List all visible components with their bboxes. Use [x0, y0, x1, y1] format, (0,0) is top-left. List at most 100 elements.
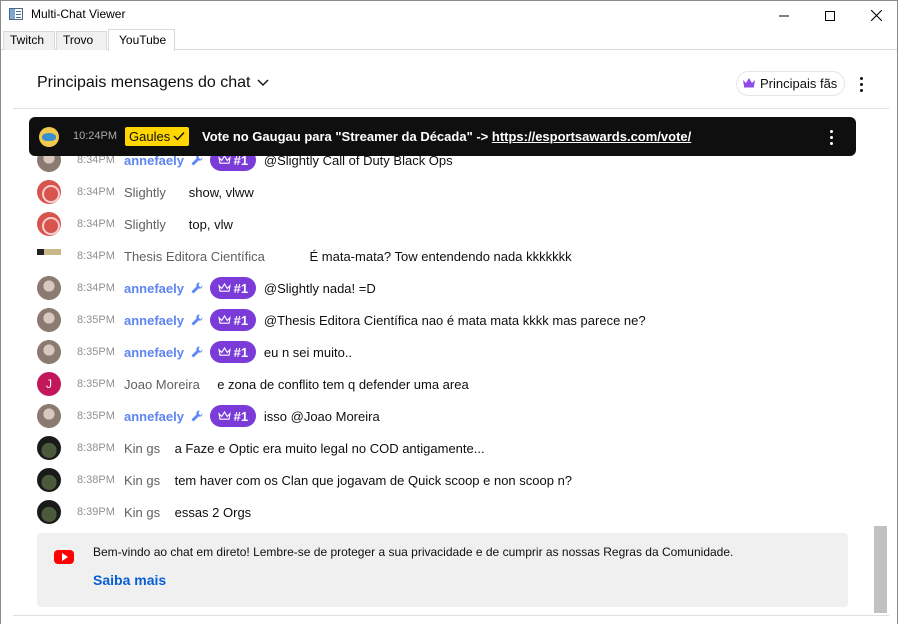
youtube-icon — [54, 550, 74, 564]
message-text: @Slightly nada! =D — [263, 281, 376, 296]
crown-icon — [217, 347, 231, 356]
verified-check-icon — [173, 129, 185, 144]
app-window: Multi-Chat Viewer Twitch Trovo YouTube P… — [0, 0, 898, 624]
message-text: essas 2 Orgs — [174, 505, 252, 520]
chat-mode-dropdown[interactable]: Principais mensagens do chat — [37, 74, 269, 92]
wrench-icon — [191, 314, 203, 326]
crown-icon — [217, 315, 231, 324]
message-text: eu n sei muito.. — [263, 345, 353, 360]
wrench-icon — [191, 346, 203, 358]
chat-panel: Principais mensagens do chat Principais … — [1, 50, 897, 624]
message-text: É mata-mata? Tow entendendo nada kkkkkkk — [309, 249, 572, 264]
author-name[interactable]: Thesis Editora Científica — [124, 249, 265, 264]
pinned-options-icon[interactable] — [826, 128, 836, 146]
window-title: Multi-Chat Viewer — [31, 7, 126, 21]
crown-icon — [217, 155, 231, 164]
avatar[interactable] — [37, 436, 61, 460]
chat-mode-label: Principais mensagens do chat — [37, 74, 251, 91]
avatar[interactable] — [37, 212, 61, 236]
avatar[interactable] — [37, 180, 61, 204]
top-fans-button[interactable]: Principais fãs — [736, 71, 846, 96]
app-icon — [9, 8, 23, 20]
timestamp: 8:35PM — [77, 410, 115, 422]
crown-icon — [742, 76, 756, 91]
author-name: Gaules — [129, 129, 171, 144]
tab-youtube[interactable]: YouTube — [108, 29, 175, 51]
chat-message: 8:34PM annefaely #1 @Slightly nada! =D — [1, 272, 871, 304]
timestamp: 8:34PM — [77, 186, 115, 198]
timestamp: 8:35PM — [77, 378, 115, 390]
chat-message: 8:34PM Slightly show, vlww — [1, 176, 871, 208]
tab-trovo[interactable]: Trovo — [56, 31, 107, 50]
author-name[interactable]: annefaely — [124, 281, 184, 296]
divider — [13, 615, 889, 616]
chat-message: 8:34PM Thesis Editora Científica É mata-ma… — [1, 240, 871, 272]
pinned-link[interactable]: https://esportsawards.com/vote/ — [492, 129, 691, 144]
author-name[interactable]: Kin gs — [124, 473, 160, 488]
avatar[interactable]: J — [37, 372, 61, 396]
timestamp: 10:24PM — [73, 130, 118, 142]
timestamp: 8:34PM — [77, 218, 115, 230]
close-icon — [870, 10, 882, 21]
title-bar: Multi-Chat Viewer — [1, 1, 897, 30]
avatar[interactable] — [37, 308, 61, 332]
minimize-button[interactable] — [761, 1, 807, 30]
crown-icon — [217, 411, 231, 420]
maximize-button[interactable] — [807, 1, 853, 30]
chat-message: 8:34PM Slightly top, vlw — [1, 208, 871, 240]
timestamp: 8:34PM — [77, 282, 115, 294]
author-name[interactable]: annefaely — [124, 313, 184, 328]
author-name[interactable]: Joao Moreira — [124, 377, 200, 392]
owner-badge: Gaules — [125, 127, 190, 146]
pinned-body: Vote no Gaugau para "Streamer da Década"… — [202, 129, 492, 144]
top-fans-label: Principais fãs — [760, 76, 838, 91]
chat-header: Principais mensagens do chat Principais … — [1, 50, 897, 108]
member-badge-label: #1 — [233, 344, 249, 360]
avatar[interactable] — [37, 468, 61, 492]
member-badge: #1 — [209, 341, 256, 363]
avatar[interactable] — [37, 500, 61, 524]
chat-message: 8:38PM Kin gs a Faze e Optic era muito leg… — [1, 432, 871, 464]
member-badge-label: #1 — [233, 312, 249, 328]
chat-message: J 8:35PM Joao Moreira e zona de conflito te… — [1, 368, 871, 400]
avatar[interactable] — [37, 249, 61, 255]
message-text: a Faze e Optic era muito legal no COD an… — [174, 441, 485, 456]
avatar[interactable] — [37, 276, 61, 300]
tab-twitch[interactable]: Twitch — [3, 31, 55, 50]
message-text: top, vlw — [188, 217, 233, 232]
chat-message: 8:35PM annefaely #1 isso @Joao Moreira — [1, 400, 871, 432]
message-text: e zona de conflito tem q defender uma ar… — [217, 377, 469, 392]
author-name[interactable]: Slightly — [124, 185, 166, 200]
chat-message: 8:35PM annefaely #1 eu n sei muito.. — [1, 336, 871, 368]
author-name[interactable]: Kin gs — [124, 505, 160, 520]
message-text: tem haver com os Clan que jogavam de Qui… — [174, 473, 573, 488]
member-badge-label: #1 — [233, 280, 249, 296]
chat-message: 8:38PM Kin gs tem haver com os Clan que jo… — [1, 464, 871, 496]
scrollbar-thumb[interactable] — [874, 526, 887, 613]
member-badge: #1 — [209, 405, 256, 427]
wrench-icon — [191, 282, 203, 294]
divider — [13, 108, 889, 109]
close-button[interactable] — [853, 1, 898, 30]
avatar[interactable] — [37, 340, 61, 364]
welcome-notice: Bem-vindo ao chat em direto! Lembre-se d… — [37, 533, 848, 607]
author-name[interactable]: Slightly — [124, 217, 166, 232]
message-text: isso @Joao Moreira — [263, 409, 380, 424]
member-badge: #1 — [209, 277, 256, 299]
minimize-icon — [779, 15, 789, 16]
avatar — [39, 127, 59, 147]
timestamp: 8:38PM — [77, 442, 115, 454]
author-name[interactable]: annefaely — [124, 345, 184, 360]
pinned-message[interactable]: 10:24PM Gaules Vote no Gaugau para "Stre… — [29, 117, 856, 156]
message-text: show, vlww — [188, 185, 254, 200]
author-name[interactable]: Kin gs — [124, 441, 160, 456]
crown-icon — [217, 283, 231, 292]
avatar[interactable] — [37, 404, 61, 428]
more-options-icon[interactable] — [851, 73, 871, 95]
author-name[interactable]: annefaely — [124, 409, 184, 424]
chat-message: 8:35PM annefaely #1 @Thesis Editora Científ… — [1, 304, 871, 336]
chat-message: 8:39PM Kin gs essas 2 Orgs — [1, 496, 871, 528]
learn-more-link[interactable]: Saiba mais — [93, 572, 166, 588]
tab-strip: Twitch Trovo YouTube — [1, 29, 897, 51]
message-text: @Thesis Editora Científica nao é mata ma… — [263, 313, 646, 328]
